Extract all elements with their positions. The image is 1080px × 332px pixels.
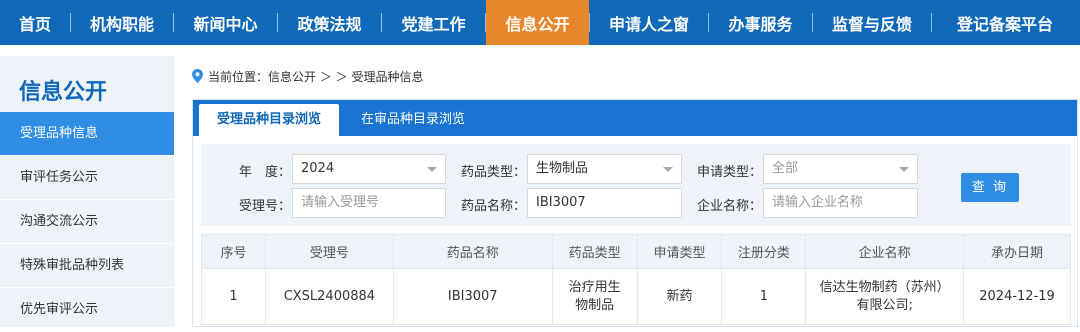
cell-company-line2: 有限公司; [856, 297, 913, 313]
cell-company-line1: 信达生物制药（苏州） [819, 279, 950, 295]
cell-drug-type-line1: 治疗用生 [568, 279, 621, 295]
location-pin-icon [192, 69, 203, 83]
cell-drug-type-line2: 物制品 [575, 297, 615, 313]
nav-item-party[interactable]: 党建工作 [382, 0, 485, 45]
breadcrumb: 当前位置： 信息公开 ＞ ＞ 受理品种信息 [192, 66, 423, 86]
header-apply-type: 申请类型 [636, 234, 723, 269]
sidebar-item-review-tasks[interactable]: 审评任务公示 [0, 156, 174, 200]
header-reg-class: 注册分类 [721, 234, 807, 269]
caret-down-icon [899, 167, 909, 172]
cell-drug-type: 治疗用生 物制品 [551, 268, 638, 325]
nav-item-news[interactable]: 新闻中心 [174, 0, 277, 45]
tab-bar: 受理品种目录浏览 在审品种目录浏览 [193, 100, 1077, 136]
year-select[interactable]: 2024 [292, 154, 446, 184]
year-label: 年 度： [238, 165, 291, 180]
query-button[interactable]: 查 询 [961, 173, 1019, 202]
nav-item-applicant[interactable]: 申请人之窗 [590, 0, 708, 45]
drug-name-label: 药品名称： [460, 199, 526, 214]
tab-in-review-list[interactable]: 在审品种目录浏览 [343, 104, 483, 136]
header-index: 序号 [201, 234, 266, 269]
tab-accepted-list[interactable]: 受理品种目录浏览 [199, 104, 340, 136]
cell-index: 1 [201, 268, 266, 325]
accept-no-placeholder: 请输入受理号 [301, 195, 380, 210]
apply-type-value: 全部 [772, 161, 799, 176]
cell-accept-no: CXSL2400884 [264, 268, 394, 325]
cell-company: 信达生物制药（苏州） 有限公司; [805, 268, 965, 325]
nav-item-institution[interactable]: 机构职能 [71, 0, 173, 45]
nav-item-registration[interactable]: 登记备案平台 [932, 0, 1078, 45]
results-table: 序号 受理号 药品名称 药品类型 申请类型 注册分类 企业名称 承办日期 1 C… [201, 234, 1071, 325]
breadcrumb-trail[interactable]: 信息公开 ＞ ＞ 受理品种信息 [268, 68, 423, 85]
table-row[interactable]: 1 CXSL2400884 IBI3007 治疗用生 物制品 新药 1 信达生物… [201, 268, 1071, 325]
cell-reg-class: 1 [721, 268, 807, 325]
nav-item-supervision[interactable]: 监督与反馈 [813, 0, 931, 45]
nav-item-service[interactable]: 办事服务 [709, 0, 812, 45]
apply-type-select[interactable]: 全部 [763, 154, 918, 184]
cell-apply-type: 新药 [636, 268, 723, 325]
header-company: 企业名称 [805, 234, 965, 269]
header-date: 承办日期 [963, 234, 1071, 269]
main-panel: 受理品种目录浏览 在审品种目录浏览 年 度： 2024 药品类型： 生物制品 申… [192, 99, 1078, 327]
drug-name-input[interactable]: IBI3007 [527, 188, 682, 218]
nav-item-policy[interactable]: 政策法规 [278, 0, 381, 45]
drug-type-select[interactable]: 生物制品 [527, 154, 682, 184]
sidebar-item-special-approval[interactable]: 特殊审批品种列表 [0, 244, 174, 288]
filter-area: 年 度： 2024 药品类型： 生物制品 申请类型： 全部 受理号： 请输入受理… [201, 144, 1071, 226]
sidebar-item-communication[interactable]: 沟通交流公示 [0, 200, 174, 244]
sidebar-title: 信息公开 [19, 80, 108, 105]
drug-name-value: IBI3007 [536, 195, 586, 210]
cell-date: 2024-12-19 [963, 268, 1071, 325]
header-drug-name: 药品名称 [392, 234, 553, 269]
nav-item-home[interactable]: 首页 [0, 0, 70, 45]
accept-no-input[interactable]: 请输入受理号 [292, 188, 446, 218]
header-accept-no: 受理号 [264, 234, 394, 269]
drug-type-label: 药品类型： [460, 165, 526, 180]
cell-drug-name: IBI3007 [392, 268, 553, 325]
sidebar: 信息公开 受理品种信息 审评任务公示 沟通交流公示 特殊审批品种列表 优先审评公… [0, 56, 174, 332]
header-drug-type: 药品类型 [551, 234, 638, 269]
top-nav: 首页 机构职能 新闻中心 政策法规 党建工作 信息公开 申请人之窗 办事服务 监… [0, 0, 1080, 45]
breadcrumb-prefix: 当前位置： [208, 69, 269, 84]
table-header-row: 序号 受理号 药品名称 药品类型 申请类型 注册分类 企业名称 承办日期 [201, 234, 1071, 269]
company-input[interactable]: 请输入企业名称 [763, 188, 918, 218]
sidebar-item-accepted-varieties[interactable]: 受理品种信息 [0, 112, 174, 156]
accept-no-label: 受理号： [238, 199, 291, 214]
caret-down-icon [427, 167, 437, 172]
company-label: 企业名称： [696, 199, 762, 214]
apply-type-label: 申请类型： [696, 165, 762, 180]
sidebar-item-priority-review[interactable]: 优先审评公示 [0, 288, 174, 332]
company-placeholder: 请输入企业名称 [772, 195, 864, 210]
nav-item-info-public[interactable]: 信息公开 [486, 0, 589, 45]
year-value: 2024 [301, 161, 335, 176]
drug-type-value: 生物制品 [536, 161, 589, 176]
caret-down-icon [663, 167, 673, 172]
